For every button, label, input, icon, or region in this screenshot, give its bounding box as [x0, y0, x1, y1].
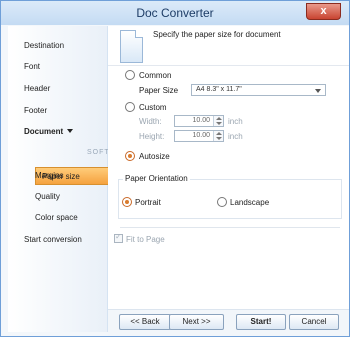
width-value: 10.00: [192, 117, 210, 124]
width-unit: inch: [228, 117, 243, 126]
divider: [120, 227, 340, 228]
spin-up-icon: [216, 117, 222, 120]
sidebar-item-start-conversion[interactable]: Start conversion: [24, 235, 82, 244]
main-panel: Specify the paper size for document Comm…: [108, 26, 349, 309]
width-spin[interactable]: 10.00: [174, 115, 224, 127]
window-title: Doc Converter: [136, 6, 214, 20]
paper-size-select[interactable]: A4 8.3" x 11.7": [191, 84, 326, 96]
height-spin[interactable]: 10.00: [174, 130, 224, 142]
sidebar-item-footer[interactable]: Footer: [24, 106, 47, 115]
dropdown-arrow-icon: [315, 89, 321, 93]
portrait-label: Portrait: [135, 198, 161, 207]
sidebar-item-quality[interactable]: Quality: [35, 192, 60, 201]
spin-down-icon: [216, 122, 222, 125]
sidebar-item-color-space[interactable]: Color space: [35, 213, 78, 222]
sidebar-item-font[interactable]: Font: [24, 62, 40, 71]
height-label: Height:: [139, 132, 165, 141]
landscape-radio[interactable]: [217, 197, 227, 207]
height-value: 10.00: [192, 132, 210, 139]
fit-to-page-checkbox[interactable]: [114, 232, 123, 243]
back-button[interactable]: << Back: [119, 314, 171, 330]
app-window: Doc Converter x Destination Font Header …: [0, 0, 350, 337]
height-spin-buttons[interactable]: [213, 131, 223, 141]
fit-to-page-label: Fit to Page: [126, 235, 165, 244]
paper-orientation-group: Paper Orientation Portrait Landscape: [118, 174, 342, 219]
paper-orientation-title: Paper Orientation: [123, 174, 190, 183]
autosize-label: Autosize: [139, 152, 170, 161]
portrait-radio[interactable]: [122, 197, 132, 207]
landscape-label: Landscape: [230, 198, 270, 207]
custom-radio[interactable]: [125, 102, 135, 112]
height-unit: inch: [228, 132, 243, 141]
sidebar: Destination Font Header Footer Document …: [8, 26, 113, 332]
chevron-down-icon: [67, 129, 74, 133]
title-bar[interactable]: Doc Converter x: [1, 1, 349, 25]
sidebar-item-document-label: Document: [24, 127, 64, 136]
header-instruction: Specify the paper size for document: [153, 30, 281, 39]
spin-up-icon: [216, 132, 222, 135]
cancel-button[interactable]: Cancel: [289, 314, 339, 330]
sidebar-item-margins[interactable]: Margins: [35, 171, 63, 180]
page-header: Specify the paper size for document: [108, 26, 349, 66]
sidebar-item-destination[interactable]: Destination: [24, 41, 64, 50]
start-button[interactable]: Start!: [236, 314, 286, 330]
width-spin-buttons[interactable]: [213, 116, 223, 126]
sidebar-item-document[interactable]: Document: [24, 127, 74, 136]
common-label: Common: [139, 71, 172, 80]
custom-label: Custom: [139, 103, 167, 112]
common-radio[interactable]: [125, 70, 135, 80]
next-button[interactable]: Next >>: [169, 314, 224, 330]
width-label: Width:: [139, 117, 162, 126]
autosize-radio[interactable]: [125, 151, 135, 161]
footer-bar: << Back Next >> Start! Cancel: [108, 309, 349, 336]
paper-size-label: Paper Size: [139, 86, 179, 95]
sidebar-item-header[interactable]: Header: [24, 84, 50, 93]
spin-down-icon: [216, 137, 222, 140]
document-icon: [120, 30, 143, 63]
paper-size-value: A4 8.3" x 11.7": [196, 86, 242, 93]
close-button[interactable]: x: [306, 3, 341, 20]
